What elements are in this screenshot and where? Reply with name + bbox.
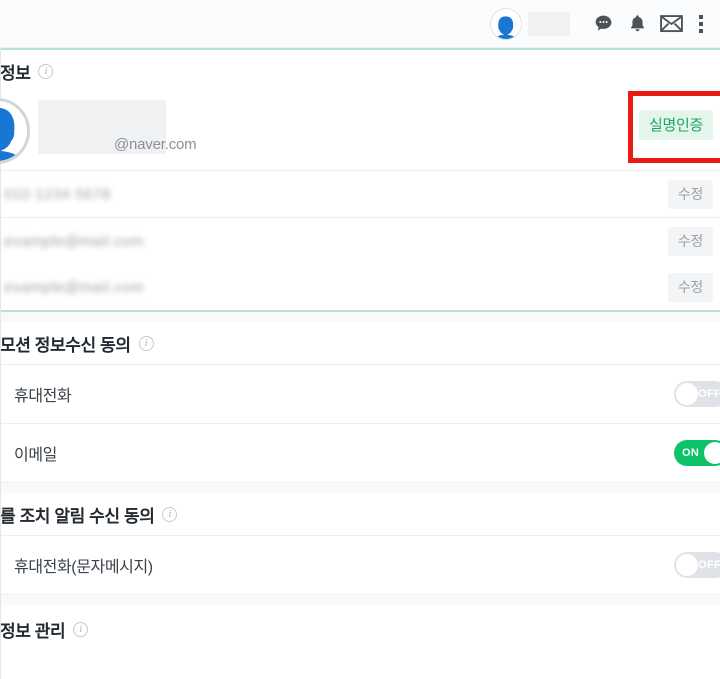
section-header-restriction-consent: 를 조치 알림 수신 동의 i xyxy=(0,493,720,535)
kebab-menu-icon[interactable] xyxy=(688,7,714,41)
redacted-value-2: example@mail.com xyxy=(4,232,144,250)
toggle-knob xyxy=(676,554,698,576)
profile-avatar[interactable]: 👤 xyxy=(0,98,30,164)
consent-row-mobile: 휴대전화 OFF xyxy=(0,365,720,423)
real-name-verified-badge[interactable]: 실명인증 xyxy=(639,110,714,140)
kebab-dot xyxy=(699,14,703,19)
consent-label-sms: 휴대전화(문자메시지) xyxy=(14,559,153,576)
mail-envelope-icon[interactable] xyxy=(654,7,688,41)
section-header-promotion-consent: 모션 정보수신 동의 i xyxy=(0,322,720,364)
toggle-promotion-mobile[interactable]: OFF xyxy=(674,381,720,407)
person-avatar-icon[interactable]: 👤 xyxy=(490,7,522,40)
consent-label-email: 이메일 xyxy=(14,447,57,464)
page-root: 👤 정보 i @naver.com 실명인증 010 1234 5678 수정 … xyxy=(0,0,720,679)
info-tooltip-icon[interactable]: i xyxy=(38,63,54,79)
consent-row-sms: 휴대전화(문자메시지) OFF xyxy=(0,536,720,594)
toggle-state-text: ON xyxy=(682,447,700,459)
toggle-promotion-email[interactable]: ON xyxy=(674,440,720,466)
kebab-dot xyxy=(699,21,703,26)
toggle-state-text: OFF xyxy=(698,388,720,400)
redacted-value-3: example@mail.com xyxy=(4,278,144,296)
section-header-basic-info: 정보 i xyxy=(0,50,720,92)
info-tooltip-icon[interactable]: i xyxy=(162,506,178,522)
edit-button-3[interactable]: 수정 xyxy=(667,272,713,302)
toggle-knob xyxy=(704,442,720,464)
profile-identity: @naver.com xyxy=(38,100,298,160)
kebab-dot xyxy=(699,28,703,33)
info-tooltip-icon[interactable]: i xyxy=(73,621,89,637)
profile-avatar-glyph: 👤 xyxy=(0,111,27,161)
info-tooltip-icon[interactable]: i xyxy=(138,335,154,351)
section-title-promotion-consent: 모션 정보수신 동의 xyxy=(0,335,131,355)
consent-row-email: 이메일 ON xyxy=(0,424,720,482)
toggle-restriction-sms[interactable]: OFF xyxy=(674,552,720,578)
profile-summary-row: 👤 @naver.com xyxy=(0,92,720,170)
section-gap-band-2 xyxy=(0,483,720,493)
edit-button-2[interactable]: 수정 xyxy=(667,226,713,256)
section-gap-band-3 xyxy=(0,595,720,605)
consent-label-mobile: 휴대전화 xyxy=(14,388,72,405)
redacted-value-1: 010 1234 5678 xyxy=(4,185,111,203)
bell-notification-icon[interactable] xyxy=(620,7,654,41)
avatar-glyph: 👤 xyxy=(492,15,520,40)
toggle-state-text: OFF xyxy=(698,559,720,571)
info-row-3: example@mail.com 수정 xyxy=(0,264,720,310)
section-title-basic-info: 정보 xyxy=(0,63,31,83)
section-title-restriction-consent: 를 조치 알림 수신 동의 xyxy=(0,506,155,526)
edit-button-1[interactable]: 수정 xyxy=(667,179,713,209)
section-gap-band-1 xyxy=(0,312,720,322)
username-redacted-block xyxy=(528,11,570,36)
header-icon-group: 👤 xyxy=(490,7,714,41)
profile-email-suffix: @naver.com xyxy=(114,136,197,153)
section-header-info-management: 정보 관리 i xyxy=(0,605,720,647)
toggle-knob xyxy=(676,383,698,405)
section-title-info-management: 정보 관리 xyxy=(0,621,66,641)
info-row-1: 010 1234 5678 수정 xyxy=(0,171,720,217)
info-row-2: example@mail.com 수정 xyxy=(0,218,720,264)
chat-bubble-icon[interactable] xyxy=(586,7,620,41)
top-header-bar: 👤 xyxy=(0,0,720,48)
